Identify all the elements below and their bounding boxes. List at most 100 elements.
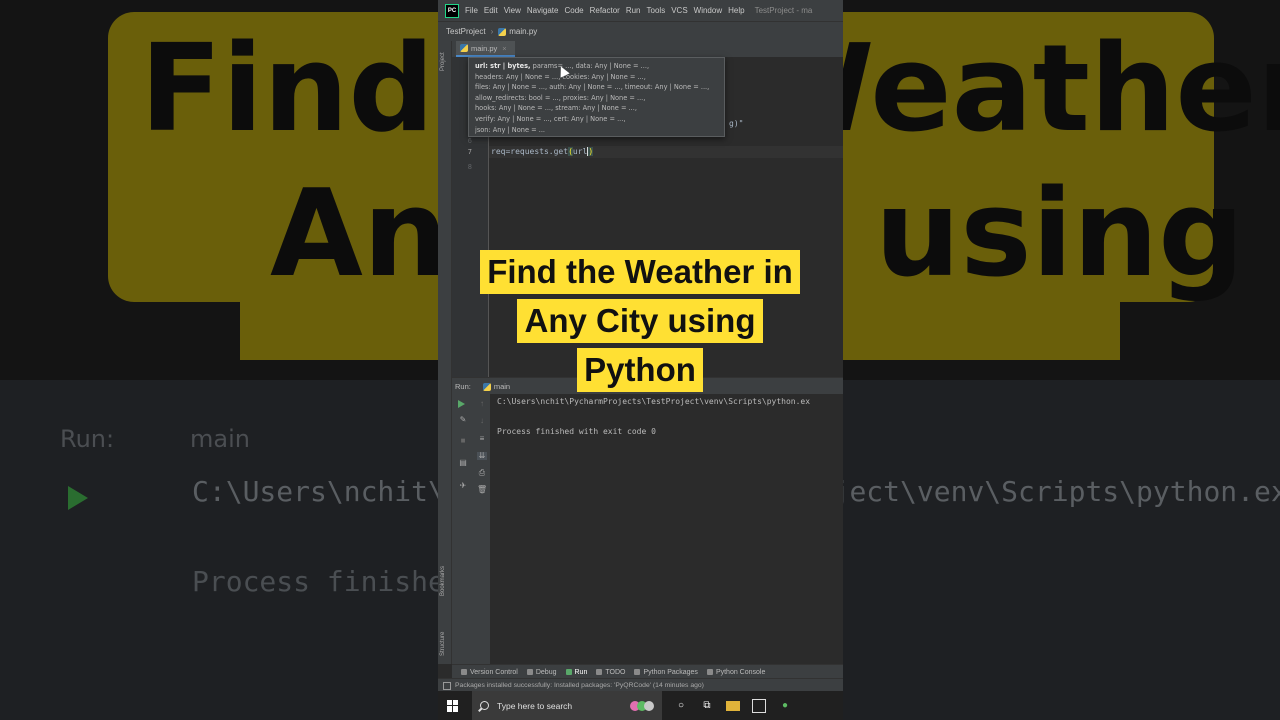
search-icon — [480, 701, 489, 710]
search-placeholder: Type here to search — [497, 700, 573, 711]
tab-python-console[interactable]: Python Console — [706, 668, 766, 676]
tab-label: main.py — [471, 43, 498, 53]
tab-run-label: Run — [574, 668, 588, 676]
menu-navigate[interactable]: Navigate — [527, 6, 559, 15]
python-file-icon — [498, 27, 507, 36]
structure-tool-label[interactable]: Structure — [440, 632, 446, 656]
popup-line: headers: Any | None = ..., cookies: Any … — [475, 72, 646, 81]
blurred-run-label: Run: — [60, 425, 115, 453]
tab-python-console-label: Python Console — [715, 668, 766, 676]
menu-bar: PC File Edit View Navigate Code Refactor… — [438, 0, 843, 21]
menu-view[interactable]: View — [504, 6, 521, 15]
tab-todo[interactable]: TODO — [596, 669, 625, 676]
popup-line: json: Any | None = ... — [475, 125, 546, 134]
menu-edit[interactable]: Edit — [484, 6, 498, 15]
task-view-icon[interactable]: ⧉ — [700, 699, 714, 713]
caption-line1: Find the Weather in — [480, 250, 800, 294]
branch-icon — [461, 669, 467, 675]
console-exit-line: Process finished with exit code 0 — [497, 427, 656, 436]
run-actions: ✎ ■ ▤ ✈ — [452, 394, 474, 664]
cortana-icon[interactable]: ○ — [674, 699, 688, 713]
close-icon[interactable]: × — [502, 44, 506, 53]
popup-line: verify: Any | None = ..., cert: Any | No… — [475, 114, 626, 123]
code-hidden-tail: g)" — [729, 119, 744, 128]
layout-icon[interactable]: ▤ — [458, 459, 468, 467]
menu-tools[interactable]: Tools — [647, 6, 666, 15]
editor-tab-row: main.py × — [452, 41, 843, 57]
soft-wrap-icon[interactable]: ≡ — [477, 435, 487, 443]
project-tool-label[interactable]: Project — [440, 52, 446, 71]
tab-main-py[interactable]: main.py × — [456, 41, 515, 57]
caption-line2: Any City using — [517, 299, 763, 343]
console-command-line: C:\Users\nchit\PycharmProjects\TestProje… — [497, 397, 811, 406]
menu-window[interactable]: Window — [694, 6, 722, 15]
menu-help[interactable]: Help — [728, 6, 744, 15]
rerun-play-icon[interactable] — [458, 400, 465, 408]
tab-todo-label: TODO — [605, 668, 626, 676]
status-message[interactable]: Packages installed successfully: Install… — [455, 682, 704, 689]
breadcrumb-file[interactable]: main.py — [509, 27, 537, 36]
popup-bold-param: url: str | bytes, — [475, 62, 531, 70]
pin-icon[interactable]: ✈ — [458, 482, 468, 490]
video-caption: Find the Weather in Any City using Pytho… — [0, 250, 1280, 397]
bottom-tool-tabs: Version Control Debug Run TODO Python Pa… — [452, 664, 843, 679]
run-console-output[interactable]: C:\Users\nchit\PycharmProjects\TestProje… — [490, 394, 843, 664]
console-icon — [706, 669, 713, 675]
file-explorer-icon[interactable] — [726, 700, 740, 711]
line-number: 8 — [467, 163, 472, 171]
code-paren-close: ) — [588, 147, 594, 156]
menu-code[interactable]: Code — [564, 6, 583, 15]
blurred-play-icon — [68, 486, 88, 510]
status-bar: Packages installed successfully: Install… — [438, 678, 843, 692]
package-icon — [634, 669, 641, 675]
python-file-icon — [460, 44, 468, 52]
popup-line: url: str | bytes, params= ..., data: Any… — [475, 61, 718, 72]
pycharm-logo-icon: PC — [445, 3, 459, 18]
caption-line3: Python — [577, 348, 703, 392]
code-text: req=requests.get — [491, 147, 569, 156]
list-icon — [596, 669, 603, 675]
popup-line: hooks: Any | None = ..., stream: Any | N… — [475, 104, 637, 113]
menu-refactor[interactable]: Refactor — [590, 6, 620, 15]
window-title: TestProject - ma — [754, 6, 813, 15]
blurred-run-tab: main — [190, 425, 250, 453]
print-icon[interactable]: ⎙ — [477, 469, 487, 477]
tab-debug[interactable]: Debug — [526, 669, 557, 676]
search-highlight-icon — [630, 700, 654, 711]
menu-run[interactable]: Run — [626, 6, 641, 15]
code-arg: url — [572, 147, 588, 156]
windows-start-icon[interactable] — [447, 699, 459, 712]
popup-line: files: Any | None = ..., auth: Any | Non… — [475, 83, 710, 92]
line-number-current: 7 — [467, 148, 472, 156]
bookmarks-tool-label[interactable]: Bookmarks — [440, 566, 446, 596]
popup-line: allow_redirects: bool = ..., proxies: An… — [475, 93, 646, 102]
breadcrumb-project[interactable]: TestProject — [446, 27, 486, 36]
stop-icon[interactable]: ■ — [458, 437, 468, 445]
tab-version-control[interactable]: Version Control — [461, 669, 518, 676]
code-line-7[interactable]: req=requests.get(url) — [491, 147, 594, 156]
down-arrow-icon[interactable]: ↓ — [477, 417, 487, 425]
chrome-icon[interactable]: ● — [778, 699, 792, 713]
tab-run[interactable]: Run — [565, 668, 588, 676]
trash-icon[interactable]: 🗑 — [477, 486, 487, 494]
tab-python-packages[interactable]: Python Packages — [634, 668, 698, 676]
taskbar-search-input[interactable]: Type here to search — [472, 691, 662, 720]
menu-file[interactable]: File — [465, 6, 478, 15]
breadcrumb: TestProject › main.py — [438, 21, 843, 41]
store-icon[interactable] — [752, 698, 766, 713]
windows-taskbar: Type here to search ○ ⧉ ● — [438, 691, 843, 720]
scroll-to-end-icon[interactable]: ⇊ — [477, 452, 487, 460]
breadcrumb-separator: › — [490, 27, 494, 36]
bug-icon — [526, 669, 533, 675]
parameter-info-popup: url: str | bytes, params= ..., data: Any… — [468, 57, 725, 137]
wrench-icon[interactable]: ✎ — [458, 416, 468, 424]
tab-python-packages-label: Python Packages — [643, 668, 698, 676]
status-toggle-icon[interactable] — [443, 681, 451, 690]
popup-line-rest: params= ..., data: Any | None = ..., — [530, 62, 650, 70]
up-arrow-icon[interactable]: ↑ — [477, 400, 487, 408]
run-scroll-actions: ↑ ↓ ≡ ⇊ ⎙ 🗑 — [474, 394, 491, 664]
run-icon — [565, 669, 572, 675]
menu-vcs[interactable]: VCS — [671, 6, 687, 15]
line-number: 6 — [467, 137, 472, 145]
tab-version-control-label: Version Control — [470, 668, 518, 676]
